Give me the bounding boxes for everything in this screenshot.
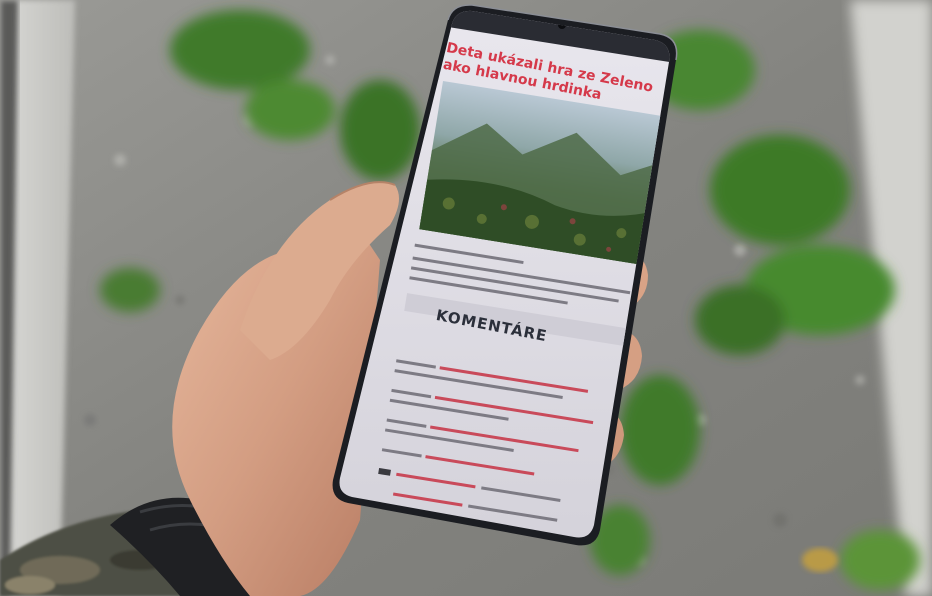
photo-scene: Deta ukázali hra ze Zeleno ako hlavnou h… xyxy=(0,0,932,596)
photo-background xyxy=(0,0,932,596)
